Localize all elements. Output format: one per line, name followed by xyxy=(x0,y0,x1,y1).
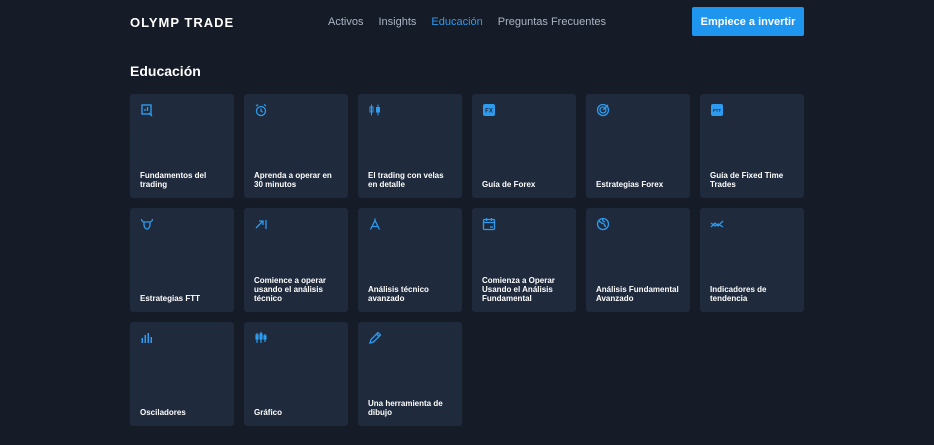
main-nav: Activos Insights Educación Preguntas Fre… xyxy=(328,16,621,28)
card-label: Guía de Fixed Time Trades xyxy=(710,171,784,189)
target-icon xyxy=(596,103,610,117)
card-analisis-tecnico-avanzado[interactable]: Análisis técnico avanzado xyxy=(358,208,462,312)
ftt-badge-icon: FTT xyxy=(710,103,724,117)
svg-text:FX: FX xyxy=(485,109,493,115)
header: OLYMP TRADE Activos Insights Educación P… xyxy=(0,0,934,44)
calendar-icon xyxy=(482,217,496,231)
card-indicadores-tendencia[interactable]: Indicadores de tendencia xyxy=(700,208,804,312)
trend-lines-icon xyxy=(710,217,724,231)
card-label: Aprenda a operar en 30 minutos xyxy=(254,171,332,189)
card-analisis-tecnico[interactable]: Comience a operar usando el análisis téc… xyxy=(244,208,348,312)
card-label: Indicadores de tendencia xyxy=(710,285,767,303)
card-label: Fundamentos del trading xyxy=(140,171,207,189)
card-guia-ftt[interactable]: FTT Guía de Fixed Time Trades xyxy=(700,94,804,198)
card-guia-forex[interactable]: FX Guía de Forex xyxy=(472,94,576,198)
card-label: Osciladores xyxy=(140,408,186,417)
compass-icon xyxy=(368,217,382,231)
card-velas[interactable]: El trading con velas en detalle xyxy=(358,94,462,198)
card-label: Estrategias Forex xyxy=(596,180,664,189)
card-herramienta-dibujo[interactable]: Una herramienta de dibujo xyxy=(358,322,462,426)
card-label: Gráfico xyxy=(254,408,283,417)
card-fundamental-avanzado[interactable]: Análisis Fundamental Avanzado xyxy=(586,208,690,312)
bar-chart-icon xyxy=(140,331,154,345)
card-grafico[interactable]: Gráfico xyxy=(244,322,348,426)
globe-icon xyxy=(596,217,610,231)
candles-icon xyxy=(254,331,268,345)
alarm-clock-icon xyxy=(254,103,268,117)
card-fundamentos[interactable]: Fundamentos del trading xyxy=(130,94,234,198)
card-label: El trading con velas en detalle xyxy=(368,171,444,189)
card-label: Comience a operar usando el análisis téc… xyxy=(254,276,327,303)
card-estrategias-ftt[interactable]: Estrategias FTT xyxy=(130,208,234,312)
fx-badge-icon: FX xyxy=(482,103,496,117)
chart-box-icon xyxy=(140,103,154,117)
card-osciladores[interactable]: Osciladores xyxy=(130,322,234,426)
card-estrategias-forex[interactable]: Estrategias Forex xyxy=(586,94,690,198)
nav-item-activos[interactable]: Activos xyxy=(328,16,363,28)
card-label: Guía de Forex xyxy=(482,180,536,189)
card-label: Análisis técnico avanzado xyxy=(368,285,429,303)
card-label: Análisis Fundamental Avanzado xyxy=(596,285,679,303)
card-aprenda-30-minutos[interactable]: Aprenda a operar en 30 minutos xyxy=(244,94,348,198)
nav-item-educacion[interactable]: Educación xyxy=(431,16,482,28)
candlestick-icon xyxy=(368,103,382,117)
nav-item-preguntas-frecuentes[interactable]: Preguntas Frecuentes xyxy=(498,16,606,28)
logo[interactable]: OLYMP TRADE xyxy=(130,15,234,30)
trend-arrow-icon xyxy=(254,217,268,231)
page-title: Educación xyxy=(130,63,201,79)
svg-text:FTT: FTT xyxy=(713,108,721,113)
card-label: Una herramienta de dibujo xyxy=(368,399,443,417)
card-label: Comienza a Operar Usando el Análisis Fun… xyxy=(482,276,555,303)
start-investing-button[interactable]: Empiece a invertir xyxy=(692,7,804,36)
pencil-icon xyxy=(368,331,382,345)
nav-item-insights[interactable]: Insights xyxy=(378,16,416,28)
card-label: Estrategias FTT xyxy=(140,294,201,303)
education-grid: Fundamentos del trading Aprenda a operar… xyxy=(130,94,804,426)
bull-icon xyxy=(140,217,154,231)
card-analisis-fundamental[interactable]: Comienza a Operar Usando el Análisis Fun… xyxy=(472,208,576,312)
